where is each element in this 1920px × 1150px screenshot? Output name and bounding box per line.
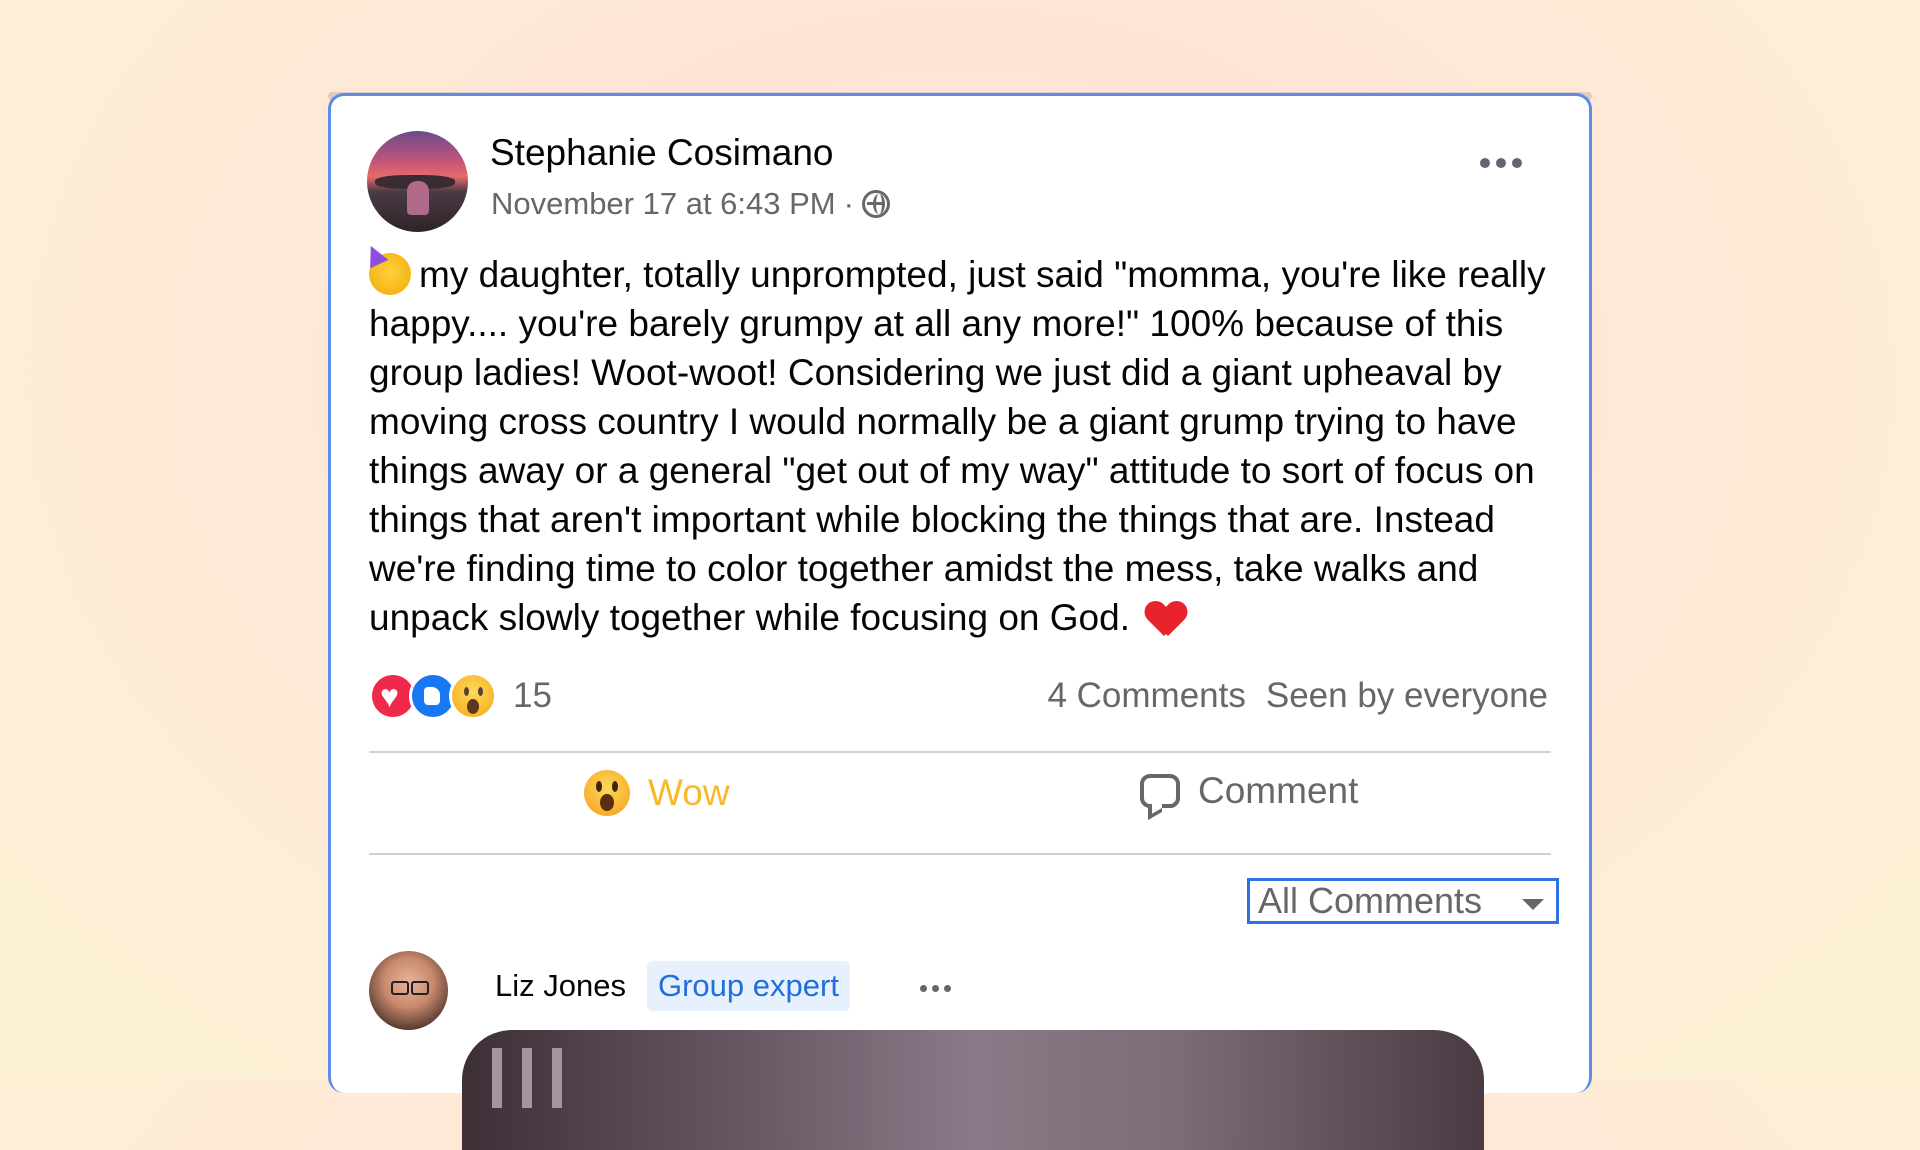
red-heart-icon: [1146, 602, 1186, 638]
all-comments-dropdown[interactable]: All Comments: [1247, 878, 1559, 924]
divider: [369, 751, 1551, 753]
comment-bubble-icon: [1140, 774, 1180, 808]
avatar-figure: [407, 181, 429, 215]
post-timestamp[interactable]: November 17 at 6:43 PM: [491, 186, 836, 222]
caret-down-icon: [1522, 898, 1544, 910]
globe-icon: [861, 190, 890, 218]
reactions-summary[interactable]: 15: [369, 672, 552, 720]
wow-face-icon: [584, 770, 630, 816]
image-detail: [522, 1048, 532, 1108]
partying-face-icon: [369, 253, 411, 295]
wow-reaction-icon: [449, 672, 497, 720]
image-detail: [552, 1048, 562, 1108]
dot-icon: [920, 985, 927, 992]
dot-icon: [1512, 158, 1522, 168]
comment-button-label: Comment: [1198, 770, 1359, 811]
glasses-left: [391, 981, 409, 995]
comments-count-link[interactable]: 4 Comments: [1047, 676, 1245, 716]
meta-separator: ·: [843, 186, 854, 221]
group-expert-badge[interactable]: Group expert: [647, 961, 850, 1011]
post-body: my daughter, totally unprompted, just sa…: [369, 250, 1569, 642]
commenter-name[interactable]: Liz Jones: [495, 968, 626, 1004]
dot-icon: [1480, 158, 1490, 168]
comment-attached-image[interactable]: [462, 1030, 1484, 1150]
glasses-right: [411, 981, 429, 995]
post-text: my daughter, totally unprompted, just sa…: [369, 254, 1546, 638]
post-more-options-icon[interactable]: [1480, 158, 1522, 168]
wow-button-label: Wow: [648, 772, 730, 813]
reaction-count: 15: [513, 676, 552, 715]
post-stats: 4 Comments Seen by everyone: [1047, 676, 1548, 716]
seen-by-link[interactable]: Seen by everyone: [1266, 676, 1548, 716]
author-avatar[interactable]: [367, 131, 468, 232]
comment-more-options-icon[interactable]: [920, 985, 951, 992]
all-comments-label: All Comments: [1258, 880, 1483, 921]
divider: [369, 853, 1551, 855]
comment-button[interactable]: Comment: [1140, 770, 1358, 812]
image-detail: [492, 1048, 502, 1108]
wow-button[interactable]: Wow: [584, 770, 730, 816]
dot-icon: [932, 985, 939, 992]
dot-icon: [1496, 158, 1506, 168]
post-author-name[interactable]: Stephanie Cosimano: [490, 132, 834, 174]
post-meta: November 17 at 6:43 PM ·: [491, 186, 890, 222]
dot-icon: [944, 985, 951, 992]
commenter-avatar[interactable]: [369, 951, 448, 1030]
